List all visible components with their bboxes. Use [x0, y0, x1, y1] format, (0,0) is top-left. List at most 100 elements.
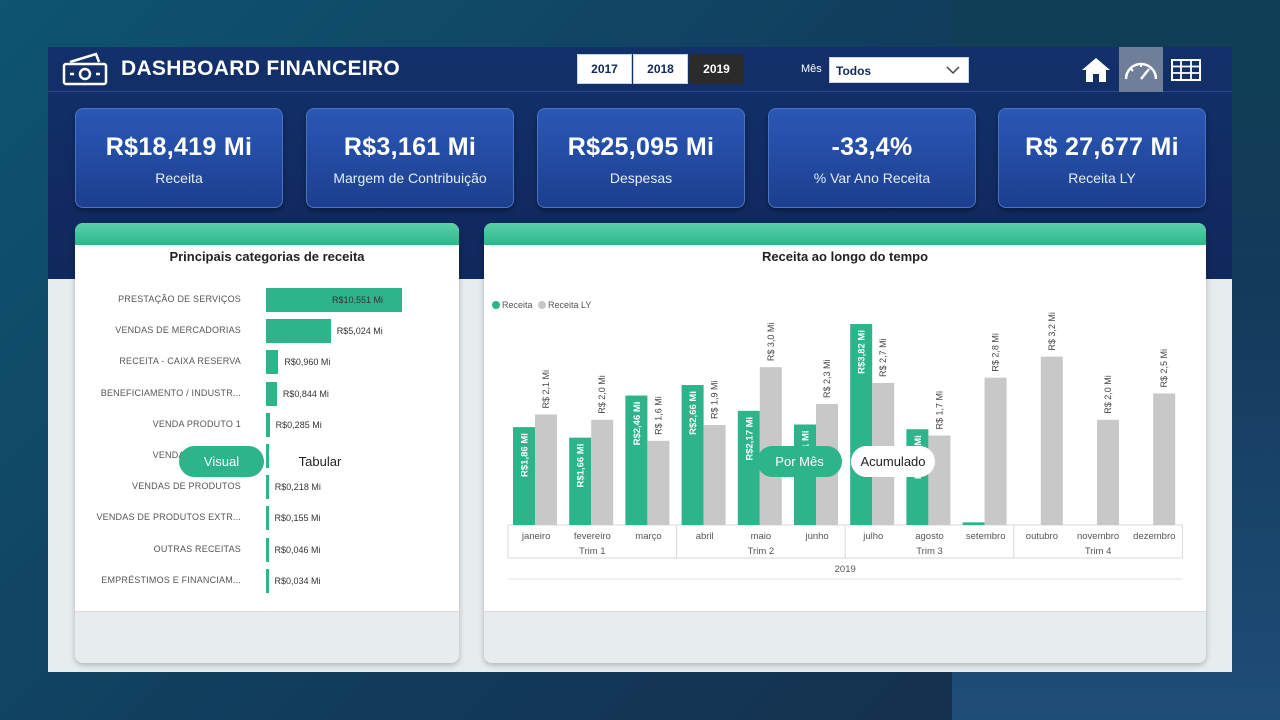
revenue-bar-chart: Receita Receita LY R$1,86 Mi R$ 2,1 Mi janei… [492, 300, 1183, 580]
receita-ly-bar [591, 419, 614, 525]
legend-marker-receita-ly [538, 301, 546, 309]
kpi-value: R$3,161 Mi [343, 133, 477, 161]
receita-ly-bar [1040, 356, 1063, 525]
receita-ly-bar [1097, 419, 1119, 525]
month-tick-label: agosto [915, 531, 944, 542]
category-row[interactable]: VENDAS DE PRODUTOS EXTR... R$0,155 Mi [75, 506, 459, 532]
toggle-por-mes-button[interactable]: Por Mês [757, 446, 842, 477]
category-value-label: R$0,285 Mi [275, 419, 322, 430]
category-bar[interactable] [266, 475, 269, 500]
quarter-tick-label: Trim 4 [1085, 546, 1112, 557]
kpi-card-receita-ly: R$ 27,677 Mi Receita LY [998, 108, 1206, 208]
month-tick-label: novembro [1077, 531, 1119, 542]
category-value-label: R$0,844 Mi [282, 388, 329, 399]
kpi-label: Receita [155, 170, 203, 186]
receita-ly-value-label: R$ 1,6 Mi [653, 396, 663, 435]
kpi-card-despesas: R$25,095 Mi Despesas [537, 108, 745, 208]
categories-card: Principais categorias de receita PRESTAÇ… [75, 223, 459, 663]
category-bar[interactable] [266, 381, 277, 406]
card-header-band [75, 223, 459, 245]
kpi-card-margem: R$3,161 Mi Margem de Contribuição [306, 108, 514, 208]
legend-label-receita: Receita [502, 300, 533, 310]
quarter-tick-label: Trim 3 [916, 546, 943, 557]
page-title: DASHBOARD FINANCEIRO [121, 57, 400, 80]
receita-ly-value-label: R$ 3,2 Mi [1047, 312, 1057, 351]
category-value-label: R$0,034 Mi [274, 575, 321, 586]
receita-value-label: R$3,82 Mi [857, 330, 868, 374]
category-row[interactable]: VENDAS DE MERCADORIAS R$5,024 Mi [75, 319, 459, 345]
category-row[interactable]: VENDAS DE PRODUTOS R$0,218 Mi [75, 475, 459, 501]
category-bar[interactable] [266, 319, 331, 344]
quarter-tick-label: Trim 2 [748, 546, 775, 557]
month-tick-label: outubro [1026, 531, 1058, 542]
category-label: VENDA PRODUTO 1 [152, 418, 241, 429]
month-tick-label: fevereiro [574, 531, 611, 542]
toggle-tabular-button[interactable]: Tabular [273, 446, 367, 477]
category-row[interactable]: OUTRAS RECEITAS R$0,046 Mi [75, 537, 459, 564]
top-bar: DASHBOARD FINANCEIRO 2017 2018 2019 Mês … [48, 47, 1232, 92]
category-bar[interactable] [266, 568, 269, 593]
gauge-button[interactable] [1119, 47, 1163, 92]
receita-value-label: R$1,86 Mi [520, 433, 531, 477]
category-bar[interactable] [266, 350, 279, 375]
category-label: BENEFICIAMENTO / INDUSTR... [100, 387, 241, 398]
receita-value-label: R$2,17 Mi [744, 417, 755, 461]
receita-value-label: R$2,66 Mi [688, 391, 699, 435]
category-row[interactable]: PRESTAÇÃO DE SERVIÇOS R$10,551 Mi [75, 288, 459, 314]
category-row[interactable]: VENDA PRODUTO 2R$0,271 Mi [75, 444, 459, 470]
kpi-label: Despesas [609, 170, 673, 186]
category-label: VENDAS DE MERCADORIAS [115, 325, 241, 336]
receita-ly-value-label: R$ 3,0 Mi [766, 323, 776, 362]
category-row[interactable]: VENDA PRODUTO 1 R$0,285 Mi [75, 412, 459, 439]
receita-ly-value-label: R$ 2,7 Mi [878, 338, 888, 377]
legend-marker-receita [492, 301, 500, 309]
category-bar[interactable] [266, 412, 270, 437]
year-button-2019[interactable]: 2019 [689, 54, 744, 84]
kpi-card-var-ano: -33,4% % Var Ano Receita [768, 108, 976, 208]
category-row[interactable]: BENEFICIAMENTO / INDUSTR... R$0,844 Mi [75, 381, 459, 408]
category-label: OUTRAS RECEITAS [153, 543, 241, 554]
receita-ly-value-label: R$ 2,3 Mi [822, 359, 832, 398]
month-tick-label: dezembro [1133, 531, 1175, 542]
home-icon [1082, 57, 1110, 82]
year-button-2017[interactable]: 2017 [577, 54, 632, 84]
category-row[interactable]: EMPRÉSTIMOS E FINANCIAM... R$0,034 Mi [75, 568, 459, 595]
kpi-value: R$18,419 Mi [105, 133, 253, 161]
category-label: PRESTAÇÃO DE SERVIÇOS [118, 294, 241, 304]
month-label: Mês [801, 63, 822, 75]
card-header-band [484, 223, 1206, 245]
table-button[interactable] [1164, 47, 1208, 92]
category-label: VENDAS DE PRODUTOS [132, 481, 241, 492]
receita-ly-value-label: R$ 2,0 Mi [597, 375, 607, 414]
dashboard-app: DASHBOARD FINANCEIRO 2017 2018 2019 Mês … [48, 47, 1232, 672]
month-tick-label: julho [862, 531, 883, 542]
receita-ly-value-label: R$ 1,9 Mi [710, 381, 720, 420]
category-value-label: R$0,046 Mi [274, 544, 321, 555]
receita-ly-value-label: R$ 2,8 Mi [991, 333, 1001, 372]
toggle-acumulado-button[interactable]: Acumulado [851, 446, 935, 477]
year-button-2018[interactable]: 2018 [633, 54, 688, 84]
month-dropdown[interactable]: Todos [829, 57, 969, 83]
kpi-value: -33,4% [831, 133, 913, 161]
category-bar[interactable] [266, 506, 269, 531]
receita-ly-bar [984, 377, 1007, 525]
category-value-label: R$0,218 Mi [274, 482, 321, 493]
home-button[interactable] [1074, 47, 1118, 92]
card-footer [484, 611, 1206, 663]
category-label: VENDAS DE PRODUTOS EXTR... [96, 512, 241, 523]
table-icon [1171, 58, 1201, 81]
category-row[interactable]: RECEITA - CAIXA RESERVA R$0,960 Mi [75, 350, 459, 376]
revenue-chart-title: Receita ao longo do tempo [761, 249, 929, 264]
month-value: Todos [836, 64, 872, 78]
categories-chart-title: Principais categorias de receita [169, 249, 365, 264]
category-bar[interactable] [266, 537, 269, 562]
category-value-label: R$10,551 Mi [332, 295, 384, 305]
receita-ly-value-label: R$ 2,5 Mi [1159, 349, 1169, 388]
receita-bar [962, 522, 985, 525]
category-label: EMPRÉSTIMOS E FINANCIAM... [101, 574, 241, 585]
category-bar[interactable] [266, 444, 270, 468]
month-tick-label: setembro [966, 531, 1006, 542]
toggle-visual-button[interactable]: Visual [179, 446, 264, 477]
month-tick-label: janeiro [521, 531, 551, 542]
category-value-label: R$0,155 Mi [274, 513, 321, 524]
